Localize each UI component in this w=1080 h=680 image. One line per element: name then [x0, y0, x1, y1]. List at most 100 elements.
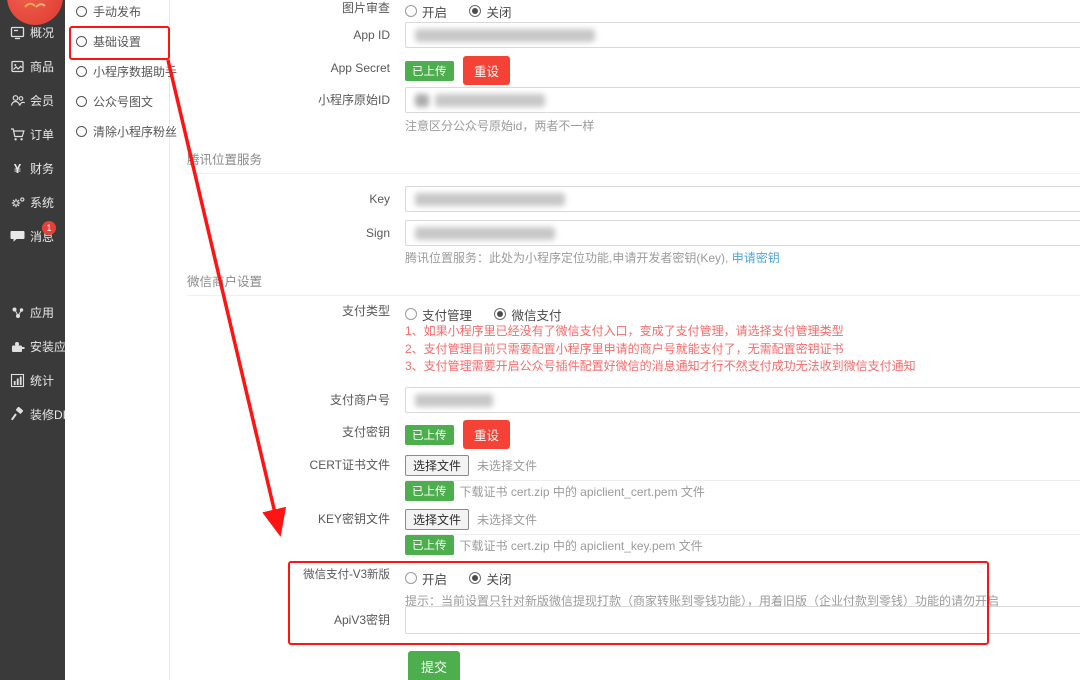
field-label: KEY密钥文件	[170, 509, 390, 529]
submit-button[interactable]: 提交	[408, 651, 460, 680]
redacted-value	[415, 193, 565, 206]
submenu-item-official-account-articles[interactable]: 公众号图文	[65, 86, 169, 116]
merchant-no-row: 支付商户号	[170, 387, 1080, 413]
sidebar-item-apps[interactable]: 应用	[0, 295, 65, 329]
redacted-value	[435, 94, 545, 107]
pay-type-wechat-radio[interactable]: 微信支付	[494, 305, 561, 324]
image-review-on-radio[interactable]: 开启	[405, 2, 447, 21]
field-label: 图片审查	[170, 0, 390, 16]
orders-icon	[9, 127, 26, 142]
radio-icon	[405, 308, 417, 320]
stats-icon	[9, 373, 26, 388]
sidebar-item-members[interactable]: 会员	[0, 83, 65, 117]
uploaded-badge: 已上传	[405, 481, 454, 501]
key-file-row: KEY密钥文件 选择文件 未选择文件	[170, 509, 1080, 535]
goods-icon	[9, 59, 26, 74]
radio-circle-icon	[76, 36, 87, 47]
image-review-off-radio[interactable]: 关闭	[469, 2, 511, 21]
pay-type-row: 支付类型 支付管理 微信支付	[170, 303, 1080, 324]
uploaded-badge: 已上传	[405, 425, 454, 445]
choose-file-button[interactable]: 选择文件	[405, 509, 469, 530]
lbs-key-row: Key	[170, 186, 1080, 212]
diy-icon	[9, 407, 26, 422]
app-secret-reset-button[interactable]: 重设	[463, 56, 510, 85]
submenu-item-basic-settings[interactable]: 基础设置	[65, 26, 169, 56]
finance-icon: ¥	[9, 161, 26, 176]
primary-nav: 概况 商品 会员 订单 ¥ 财务	[0, 15, 65, 253]
key-file-input[interactable]: 选择文件 未选择文件	[405, 509, 1080, 535]
pay-type-manage-radio[interactable]: 支付管理	[405, 305, 472, 324]
members-icon	[9, 93, 26, 108]
origin-id-row: 小程序原始ID	[170, 87, 1080, 113]
submit-row: 提交	[170, 651, 1080, 680]
cert-upload-status: 已上传 下载证书 cert.zip 中的 apiclient_cert.pem …	[405, 481, 705, 501]
sidebar-item-finance[interactable]: ¥ 财务	[0, 151, 65, 185]
no-file-text: 未选择文件	[477, 511, 537, 528]
pay-type-notes: 1、如果小程序里已经没有了微信支付入口，变成了支付管理，请选择支付管理类型 2、…	[405, 323, 916, 376]
image-review-row: 图片审查 开启 关闭	[170, 0, 1080, 21]
field-label: ApiV3密钥	[170, 606, 390, 634]
sidebar-item-orders[interactable]: 订单	[0, 117, 65, 151]
redacted-value	[415, 394, 493, 407]
field-label: 支付密钥	[170, 420, 390, 444]
v3-on-radio[interactable]: 开启	[405, 569, 447, 588]
app-id-input[interactable]	[405, 22, 1080, 48]
merchant-no-input[interactable]	[405, 387, 1080, 413]
pay-secret-reset-button[interactable]: 重设	[463, 420, 510, 449]
apply-key-link[interactable]: 申请密钥	[732, 251, 780, 265]
sidebar-item-messages[interactable]: 消息 1	[0, 219, 65, 253]
no-file-text: 未选择文件	[477, 457, 537, 474]
lbs-hint: 腾讯位置服务：此处为小程序定位功能,申请开发者密钥(Key), 申请密钥	[405, 249, 780, 266]
pay-type-note: 3、支付管理需要开启公众号插件配置好微信的消息通知才行不然支付成功无法收到微信支…	[405, 358, 916, 376]
apiv3-key-input[interactable]	[405, 606, 1080, 634]
submenu-item-manual-publish[interactable]: 手动发布	[65, 0, 169, 26]
sidebar-item-label: 商品	[30, 58, 54, 75]
submenu-item-label: 小程序数据助手	[93, 63, 177, 80]
apiv3-key-row: ApiV3密钥	[170, 606, 1080, 634]
radio-icon	[469, 5, 481, 17]
sidebar-item-label: 订单	[30, 126, 54, 143]
cert-file-input[interactable]: 选择文件 未选择文件	[405, 455, 1080, 481]
admin-settings-screen: 概况 商品 会员 订单 ¥ 财务	[0, 0, 1080, 680]
field-label: 支付类型	[170, 303, 390, 319]
radio-icon	[494, 308, 506, 320]
sidebar-item-statistics[interactable]: 统计	[0, 363, 65, 397]
sidebar-item-install-apps[interactable]: 安装应用	[0, 329, 65, 363]
lbs-sign-input[interactable]	[405, 220, 1080, 246]
field-label: 支付商户号	[170, 387, 390, 413]
message-icon	[9, 229, 26, 244]
field-label: Sign	[170, 220, 390, 246]
section-title-wechat-merchant: 微信商户设置	[187, 271, 262, 290]
pay-secret-row: 支付密钥 已上传 重设	[170, 420, 1080, 449]
logo-mark-icon	[21, 0, 49, 11]
secondary-nav: 应用 安装应用 统计 装修DIY	[0, 295, 65, 431]
section-divider	[187, 173, 1080, 174]
origin-id-input[interactable]	[405, 87, 1080, 113]
key-upload-status: 已上传 下载证书 cert.zip 中的 apiclient_key.pem 文…	[405, 535, 703, 555]
radio-icon	[469, 572, 481, 584]
sidebar-item-system[interactable]: 系统	[0, 185, 65, 219]
submenu-item-clear-miniapp-fans[interactable]: 清除小程序粉丝	[65, 116, 169, 146]
v3-off-radio[interactable]: 关闭	[469, 569, 511, 588]
section-divider	[187, 295, 1080, 296]
redacted-value	[415, 227, 555, 240]
choose-file-button[interactable]: 选择文件	[405, 455, 469, 476]
field-label: 小程序原始ID	[170, 87, 390, 113]
sidebar-item-goods[interactable]: 商品	[0, 49, 65, 83]
sidebar-item-label: 应用	[30, 304, 54, 321]
overview-icon	[9, 25, 26, 40]
submenu-item-label: 基础设置	[93, 33, 141, 50]
lbs-key-input[interactable]	[405, 186, 1080, 212]
origin-id-hint: 注意区分公众号原始id，两者不一样	[405, 117, 594, 134]
submenu-item-miniapp-data-assistant[interactable]: 小程序数据助手	[65, 56, 169, 86]
pay-type-note: 1、如果小程序里已经没有了微信支付入口，变成了支付管理，请选择支付管理类型	[405, 323, 916, 341]
basic-settings-form: 图片审查 开启 关闭 App ID App Secret 已上传 重设 小程序原…	[170, 0, 1080, 680]
sidebar-item-label: 财务	[30, 160, 54, 177]
cert-file-row: CERT证书文件 选择文件 未选择文件	[170, 455, 1080, 481]
radio-icon	[405, 572, 417, 584]
app-id-row: App ID	[170, 22, 1080, 48]
wechat-pay-v3-row: 微信支付-V3新版 开启 关闭 提示：当前设置只针对新版微信提现打款（商家转账到…	[170, 567, 1080, 609]
radio-circle-icon	[76, 6, 87, 17]
submenu-item-label: 公众号图文	[93, 93, 153, 110]
sidebar-item-decoration-diy[interactable]: 装修DIY	[0, 397, 65, 431]
